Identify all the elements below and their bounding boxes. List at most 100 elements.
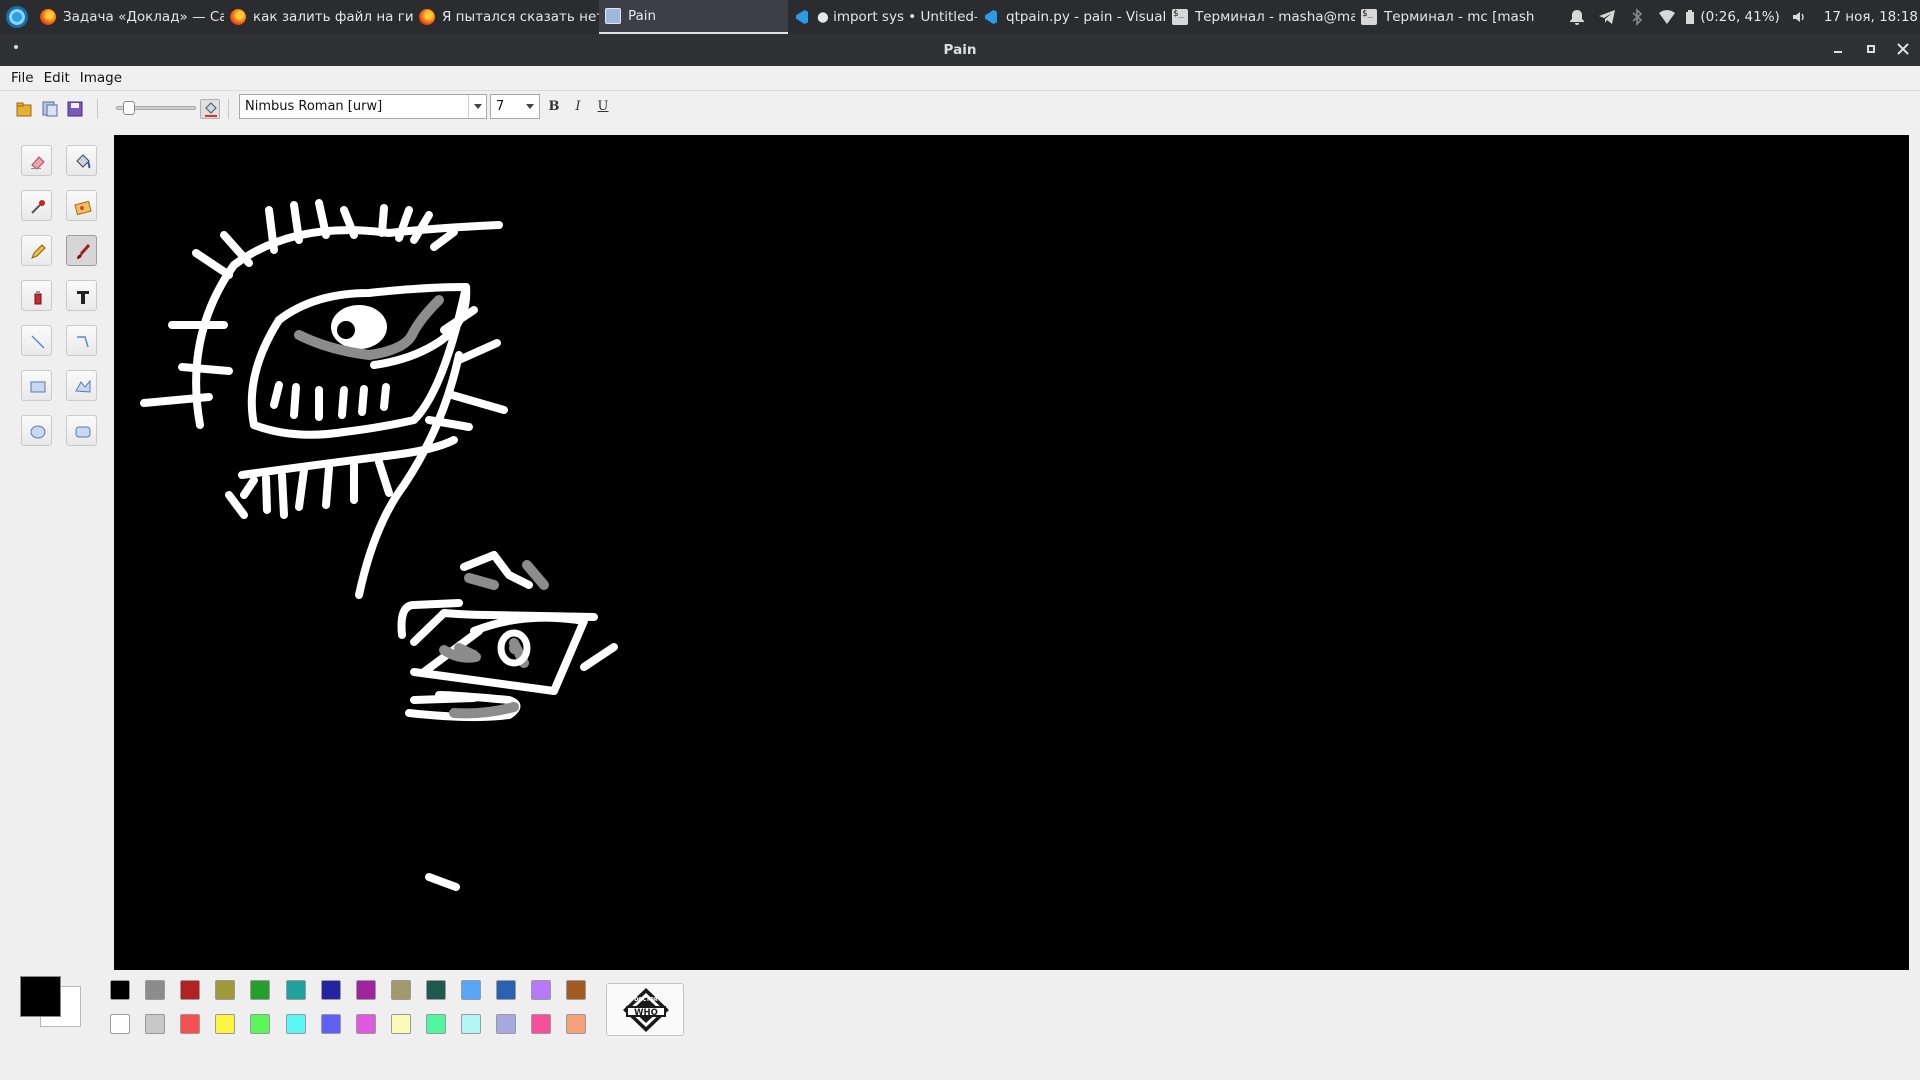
palette-color-swatch[interactable]: [250, 980, 271, 1000]
palette-color-swatch[interactable]: [566, 1014, 587, 1034]
app-menu-icon: [6, 6, 28, 28]
underline-button[interactable]: U: [593, 97, 613, 117]
telegram-icon[interactable]: [1592, 0, 1622, 34]
palette-color-swatch[interactable]: [285, 980, 306, 1000]
doctor-who-logo-button[interactable]: WHO DOCTOR: [606, 983, 684, 1036]
firefox-icon: [419, 9, 435, 25]
menu-image[interactable]: Image: [75, 70, 127, 86]
open-folder-icon: [16, 102, 32, 117]
palette-color-swatch[interactable]: [425, 1014, 446, 1034]
app-menu-button[interactable]: [0, 0, 34, 34]
line-tool[interactable]: [21, 325, 52, 356]
pencil-tool[interactable]: [21, 235, 52, 266]
eraser-tool[interactable]: [21, 145, 52, 176]
save-button[interactable]: [65, 99, 85, 119]
color-picker-tool[interactable]: [21, 190, 52, 221]
task-button[interactable]: Я пытался сказать нет ...: [413, 0, 599, 34]
task-button[interactable]: qtpain.py - pain - Visual S...: [977, 0, 1166, 34]
palette-color-swatch[interactable]: [215, 1014, 236, 1034]
volume-icon[interactable]: [1788, 0, 1810, 34]
menu-edit[interactable]: Edit: [39, 70, 75, 86]
task-button[interactable]: Терминал - masha@ma...: [1166, 0, 1355, 34]
font-size-select[interactable]: 7: [490, 94, 540, 119]
close-button[interactable]: [1895, 41, 1911, 57]
stamp-tool[interactable]: [66, 190, 97, 221]
task-label: как залить файл на гит...: [253, 9, 413, 25]
fill-tool[interactable]: [66, 145, 97, 176]
palette-color-swatch[interactable]: [496, 1014, 517, 1034]
font-family-select[interactable]: Nimbus Roman [urw]: [239, 94, 487, 119]
palette-color-swatch[interactable]: [390, 980, 411, 1000]
palette-color-swatch[interactable]: [180, 980, 201, 1000]
maximize-icon: [1867, 45, 1875, 53]
bold-button[interactable]: B: [544, 97, 564, 117]
minimize-button[interactable]: [1830, 41, 1846, 57]
paint-bucket-icon: [205, 102, 217, 117]
brush-size-slider-handle[interactable]: [122, 101, 135, 115]
task-button[interactable]: как залить файл на гит...: [224, 0, 413, 34]
curve-tool[interactable]: [66, 325, 97, 356]
palette-color-swatch[interactable]: [215, 980, 236, 1000]
polygon-icon: [75, 379, 91, 393]
open-file-button[interactable]: [14, 99, 34, 119]
close-icon: [1897, 43, 1909, 55]
palette-color-swatch[interactable]: [320, 980, 341, 1000]
palette-color-swatch[interactable]: [355, 980, 376, 1000]
palette-color-swatch[interactable]: [285, 1014, 306, 1034]
chevron-down-icon[interactable]: [468, 95, 486, 118]
chevron-down-icon[interactable]: [521, 95, 539, 118]
rounded-rectangle-tool[interactable]: [66, 415, 97, 446]
palette-color-swatch[interactable]: [390, 1014, 411, 1034]
palette-color-swatch[interactable]: [180, 1014, 201, 1034]
save-as-button[interactable]: [40, 99, 60, 119]
ellipse-tool[interactable]: [21, 415, 52, 446]
task-button[interactable]: Терминал - mc [masha...: [1355, 0, 1535, 34]
curve-icon: [77, 336, 89, 348]
palette-color-swatch[interactable]: [566, 980, 587, 1000]
palette-color-swatch[interactable]: [110, 980, 130, 1000]
clock[interactable]: 17 ноя, 18:18: [1810, 9, 1920, 25]
palette-color-swatch[interactable]: [250, 1014, 271, 1034]
task-button-active[interactable]: Pain: [599, 0, 788, 34]
text-tool[interactable]: [66, 280, 97, 311]
palette-color-swatch[interactable]: [425, 980, 446, 1000]
bluetooth-icon[interactable]: [1622, 0, 1652, 34]
palette-color-swatch[interactable]: [531, 980, 552, 1000]
menu-file[interactable]: File: [6, 70, 39, 86]
palette-color-swatch[interactable]: [110, 1014, 130, 1034]
palette-color-swatch[interactable]: [320, 1014, 341, 1034]
palette-color-swatch[interactable]: [531, 1014, 552, 1034]
logo-who-text: WHO: [634, 1008, 658, 1018]
window-titlebar[interactable]: Pain: [0, 34, 1920, 66]
palette-color-swatch[interactable]: [461, 980, 481, 1000]
drawing-canvas[interactable]: [114, 135, 1909, 970]
brush-tool[interactable]: [66, 235, 97, 266]
notifications-bell-icon[interactable]: [1562, 0, 1592, 34]
vscode-icon: [794, 9, 810, 25]
canvas-drawing: [140, 199, 618, 891]
rectangle-icon: [30, 381, 46, 393]
italic-button[interactable]: I: [568, 97, 588, 117]
task-button[interactable]: Задача «Доклад» — Са...: [34, 0, 224, 34]
stamp-icon: [74, 200, 92, 216]
ellipse-icon: [30, 425, 46, 439]
floppy-disk-icon: [67, 101, 83, 117]
paint-bucket-icon: [76, 154, 91, 169]
pain-app-icon: [605, 8, 621, 24]
palette-color-swatch[interactable]: [355, 1014, 376, 1034]
palette-color-swatch[interactable]: [461, 1014, 481, 1034]
spray-tool[interactable]: [21, 280, 52, 311]
polygon-tool[interactable]: [66, 370, 97, 401]
task-button[interactable]: ● import sys • Untitled-...: [788, 0, 977, 34]
foreground-color-swatch[interactable]: [20, 976, 61, 1017]
wifi-icon[interactable]: [1652, 0, 1682, 34]
toolbar-separator: [97, 99, 98, 119]
palette-color-swatch[interactable]: [145, 1014, 166, 1034]
palette-color-swatch[interactable]: [145, 980, 166, 1000]
battery-icon[interactable]: [1682, 0, 1698, 34]
task-label: Задача «Доклад» — Са...: [63, 9, 224, 25]
maximize-button[interactable]: [1863, 41, 1879, 57]
rectangle-tool[interactable]: [21, 370, 52, 401]
fill-toggle-button[interactable]: [200, 99, 220, 119]
palette-color-swatch[interactable]: [496, 980, 517, 1000]
